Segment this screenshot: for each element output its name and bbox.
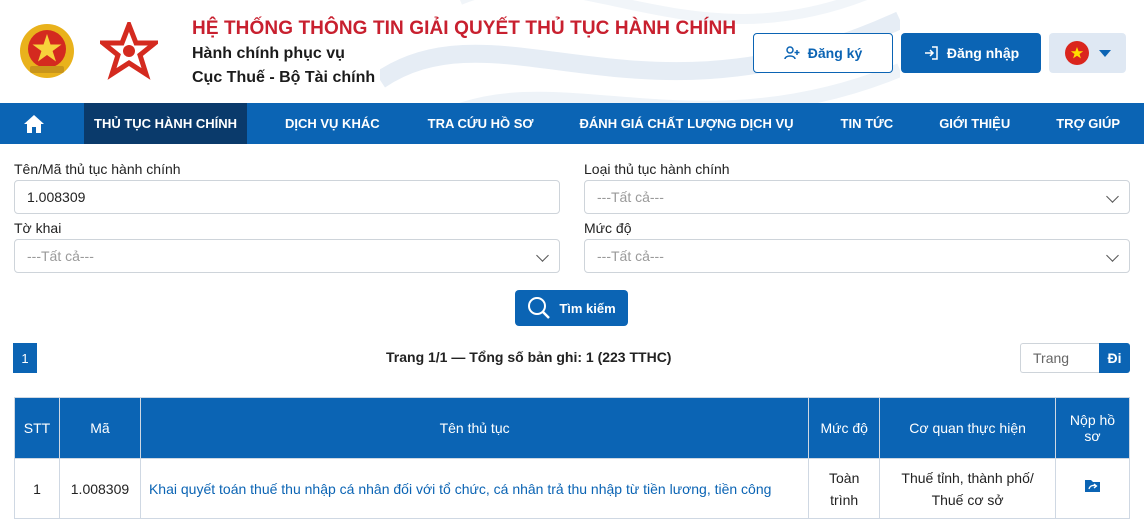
site-subtitle: Hành chính phục vụ: [192, 45, 345, 62]
user-plus-icon: [784, 46, 800, 60]
table-row: 1 1.008309 Khai quyết toán thuế thu nhập…: [14, 458, 1130, 519]
page-go-button[interactable]: Đi: [1099, 343, 1130, 373]
cell-agency: Thuế tỉnh, thành phố/ Thuế cơ sở: [879, 458, 1057, 519]
main-nav: THỦ TỤC HÀNH CHÍNH DỊCH VỤ KHÁC TRA CỨU …: [0, 103, 1144, 144]
search-icon: [528, 297, 551, 319]
nav-item-danh-gia-chat-luong[interactable]: ĐÁNH GIÁ CHẤT LƯỢNG DỊCH VỤ: [580, 103, 794, 144]
chevron-down-icon: [1106, 249, 1119, 262]
header-code: Mã: [58, 397, 141, 459]
cell-submit: [1055, 458, 1130, 519]
nav-item-tro-giup[interactable]: TRỢ GIÚP: [1056, 103, 1120, 144]
level-select[interactable]: ---Tất cả---: [584, 239, 1130, 273]
header-submit: Nộp hồ sơ: [1055, 397, 1130, 459]
folder-open-icon[interactable]: [1084, 478, 1102, 494]
declaration-select[interactable]: ---Tất cả---: [14, 239, 560, 273]
caret-down-icon: [1098, 49, 1111, 57]
page-input[interactable]: Trang: [1020, 343, 1100, 373]
pagination-info: Trang 1/1 — Tổng số bản ghi: 1 (223 TTHC…: [386, 349, 672, 365]
header-level: Mức độ: [808, 397, 881, 459]
vietnam-flag-icon: [1064, 41, 1089, 65]
nav-home[interactable]: [0, 103, 68, 144]
level-select-value: ---Tất cả---: [597, 248, 664, 264]
header-stt: STT: [14, 397, 60, 459]
chevron-down-icon: [1106, 190, 1119, 203]
cell-level: Toàn trình: [808, 458, 881, 519]
register-label: Đăng ký: [807, 45, 863, 61]
results-table: STT Mã Tên thủ tục Mức độ Cơ quan thực h…: [14, 397, 1130, 519]
sign-in-icon: [924, 46, 938, 60]
declaration-select-value: ---Tất cả---: [27, 248, 94, 264]
nav-item-thu-tuc-hanh-chinh[interactable]: THỦ TỤC HÀNH CHÍNH: [84, 103, 247, 144]
type-field-label: Loại thủ tục hành chính: [584, 161, 730, 177]
register-button[interactable]: Đăng ký: [753, 33, 893, 73]
site-agency: Cục Thuế - Bộ Tài chính: [192, 69, 376, 86]
type-select-value: ---Tất cả---: [597, 189, 664, 205]
site-header: HỆ THỐNG THÔNG TIN GIẢI QUYẾT THỦ TỤC HÀ…: [0, 0, 1144, 103]
nav-item-tra-cuu-ho-so[interactable]: TRA CỨU HỒ SƠ: [428, 103, 534, 144]
header-agency: Cơ quan thực hiện: [879, 397, 1057, 459]
level-field-label: Mức độ: [584, 220, 632, 236]
home-icon: [24, 114, 44, 133]
header-name: Tên thủ tục: [139, 397, 810, 459]
national-emblem-icon[interactable]: [18, 22, 76, 80]
cell-stt: 1: [14, 458, 60, 519]
language-selector[interactable]: [1049, 33, 1126, 73]
page-number-button[interactable]: 1: [13, 343, 37, 373]
login-label: Đăng nhập: [946, 45, 1020, 61]
nav-item-tin-tuc[interactable]: TIN TỨC: [841, 103, 894, 144]
search-button[interactable]: Tìm kiếm: [515, 290, 628, 326]
chevron-down-icon: [536, 249, 549, 262]
name-input[interactable]: 1.008309: [14, 180, 560, 214]
nav-item-gioi-thieu[interactable]: GIỚI THIỆU: [939, 103, 1010, 144]
service-logo-icon[interactable]: [100, 22, 158, 80]
cell-code: 1.008309: [58, 458, 141, 519]
procedure-link[interactable]: Khai quyết toán thuế thu nhập cá nhân đố…: [139, 458, 810, 519]
search-label: Tìm kiếm: [559, 300, 616, 316]
type-select[interactable]: ---Tất cả---: [584, 180, 1130, 214]
name-field-label: Tên/Mã thủ tục hành chính: [14, 161, 181, 177]
nav-item-dich-vu-khac[interactable]: DỊCH VỤ KHÁC: [285, 103, 380, 144]
declaration-field-label: Tờ khai: [14, 220, 62, 236]
table-header-row: STT Mã Tên thủ tục Mức độ Cơ quan thực h…: [14, 397, 1130, 459]
login-button[interactable]: Đăng nhập: [901, 33, 1041, 73]
site-title: HỆ THỐNG THÔNG TIN GIẢI QUYẾT THỦ TỤC HÀ…: [192, 18, 737, 39]
